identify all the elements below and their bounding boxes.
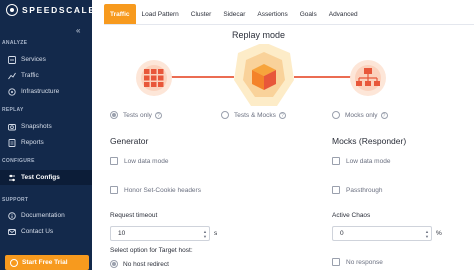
mocks-low-data-mode-checkbox[interactable] <box>332 157 340 165</box>
spinner-arrows-icon[interactable]: ▲ ▼ <box>425 229 429 239</box>
mocks-responder-icon <box>350 60 386 96</box>
replay-mode-title: Replay mode <box>232 30 286 40</box>
sidebar-item-label: Reports <box>21 139 44 146</box>
active-chaos-label: Active Chaos <box>332 212 371 219</box>
tab-goals[interactable]: Goals <box>294 4 323 24</box>
sidebar-item-services[interactable]: Services <box>0 52 92 67</box>
traffic-chart-icon <box>8 72 16 80</box>
low-data-mode-checkbox[interactable] <box>110 157 118 165</box>
tab-load-pattern[interactable]: Load Pattern <box>136 4 185 24</box>
checkbox-label: Honor Set-Cookie headers <box>124 186 201 194</box>
section-replay: REPLAY <box>2 107 24 113</box>
replay-mode-diagram <box>136 44 386 106</box>
tab-assertions[interactable]: Assertions <box>251 4 293 24</box>
sidebar-item-label: Snapshots <box>21 123 52 130</box>
infrastructure-icon <box>8 87 16 96</box>
sidebar-item-traffic[interactable]: Traffic <box>0 68 92 83</box>
section-configure: CONFIGURE <box>2 158 35 164</box>
tests-only-label: Tests only <box>123 111 152 119</box>
active-chaos-input[interactable]: 0 ▲ ▼ <box>332 226 432 241</box>
contact-icon <box>8 228 16 236</box>
tests-mocks-radio[interactable] <box>221 111 229 119</box>
sidebar-item-label: Contact Us <box>21 228 54 235</box>
sidebar-item-reports[interactable]: Reports <box>0 135 92 150</box>
checkbox-label: Passthrough <box>346 186 383 194</box>
passthrough-checkbox[interactable] <box>332 186 340 194</box>
timeout-unit: s <box>214 230 218 237</box>
checkbox-label: Low data mode <box>124 157 169 165</box>
target-no-host-redirect[interactable]: No host redirect <box>110 260 169 268</box>
trial-icon <box>10 258 18 267</box>
sidebar-item-contact-us[interactable]: Contact Us <box>0 224 92 239</box>
generator-heading: Generator <box>110 136 149 146</box>
no-response-checkbox[interactable] <box>332 258 340 266</box>
sidebar-item-label: Traffic <box>21 72 39 79</box>
help-icon[interactable]: ? <box>154 111 162 119</box>
section-support: SUPPORT <box>2 197 29 203</box>
tab-bar: Traffic Load Pattern Cluster Sidecar Ass… <box>104 4 364 24</box>
tab-sidecar[interactable]: Sidecar <box>217 4 251 24</box>
sidebar-item-label: Test Configs <box>21 174 60 181</box>
mocks-heading: Mocks (Responder) <box>332 136 407 146</box>
reports-icon <box>8 138 16 147</box>
service-cube-icon <box>234 44 294 106</box>
section-analyze: ANALYZE <box>2 40 28 46</box>
no-host-redirect-radio[interactable] <box>110 260 118 268</box>
tab-divider <box>104 24 474 25</box>
mocks-passthrough[interactable]: Passthrough <box>332 186 383 194</box>
snapshots-icon <box>8 123 16 131</box>
checkbox-label: Low data mode <box>346 157 391 165</box>
sidebar-item-label: Documentation <box>21 212 65 219</box>
mocks-low-data-mode[interactable]: Low data mode <box>332 157 390 165</box>
sidebar-item-label: Services <box>21 56 46 63</box>
sidebar-item-snapshots[interactable]: Snapshots <box>0 119 92 134</box>
tab-traffic[interactable]: Traffic <box>104 4 136 24</box>
brand[interactable]: SPEEDSCALE <box>6 4 96 16</box>
services-icon <box>8 55 16 64</box>
chaos-unit: % <box>436 230 442 237</box>
sidebar-item-infrastructure[interactable]: Infrastructure <box>0 84 92 99</box>
tests-mocks-label: Tests & Mocks <box>234 111 276 119</box>
sidebar-item-documentation[interactable]: Documentation <box>0 208 92 223</box>
help-icon[interactable]: ? <box>278 111 286 119</box>
mocks-only-radio[interactable] <box>332 111 340 119</box>
honor-cookie-checkbox[interactable] <box>110 186 118 194</box>
tab-cluster[interactable]: Cluster <box>185 4 218 24</box>
request-timeout-label: Request timeout <box>110 212 158 219</box>
collapse-sidebar-icon[interactable]: « <box>76 26 80 35</box>
spinner-arrows-icon[interactable]: ▲ ▼ <box>203 229 207 239</box>
replay-mode-tests-only[interactable]: Tests only ? <box>110 111 162 119</box>
generator-honor-cookie[interactable]: Honor Set-Cookie headers <box>110 186 201 194</box>
test-configs-icon <box>8 174 16 182</box>
request-timeout-value: 10 <box>118 230 126 237</box>
mocks-only-label: Mocks only <box>345 111 378 119</box>
tab-advanced[interactable]: Advanced <box>323 4 364 24</box>
documentation-icon <box>8 211 16 220</box>
help-icon[interactable]: ? <box>380 111 388 119</box>
sidebar: SPEEDSCALE « ANALYZE Services Traffic In… <box>0 0 94 270</box>
replay-mode-tests-mocks[interactable]: Tests & Mocks ? <box>221 111 286 119</box>
request-timeout-input[interactable]: 10 ▲ ▼ <box>110 226 210 241</box>
replay-mode-mocks-only[interactable]: Mocks only ? <box>332 111 388 119</box>
speedscale-logo-icon <box>6 4 18 16</box>
checkbox-label: No response <box>346 258 383 266</box>
brand-name: SPEEDSCALE <box>22 5 96 15</box>
sidebar-item-label: Infrastructure <box>21 88 60 95</box>
tests-generator-icon <box>136 60 172 96</box>
target-host-label: Select option for Target host: <box>110 247 193 254</box>
tests-only-radio[interactable] <box>110 111 118 119</box>
active-chaos-value: 0 <box>340 230 344 237</box>
generator-low-data-mode[interactable]: Low data mode <box>110 157 168 165</box>
target-option-label: No host redirect <box>123 260 169 268</box>
sidebar-item-test-configs[interactable]: Test Configs <box>0 170 92 185</box>
trial-label: Start Free Trial <box>22 259 68 266</box>
start-free-trial-button[interactable]: Start Free Trial <box>5 255 89 270</box>
mocks-no-response[interactable]: No response <box>332 258 383 266</box>
